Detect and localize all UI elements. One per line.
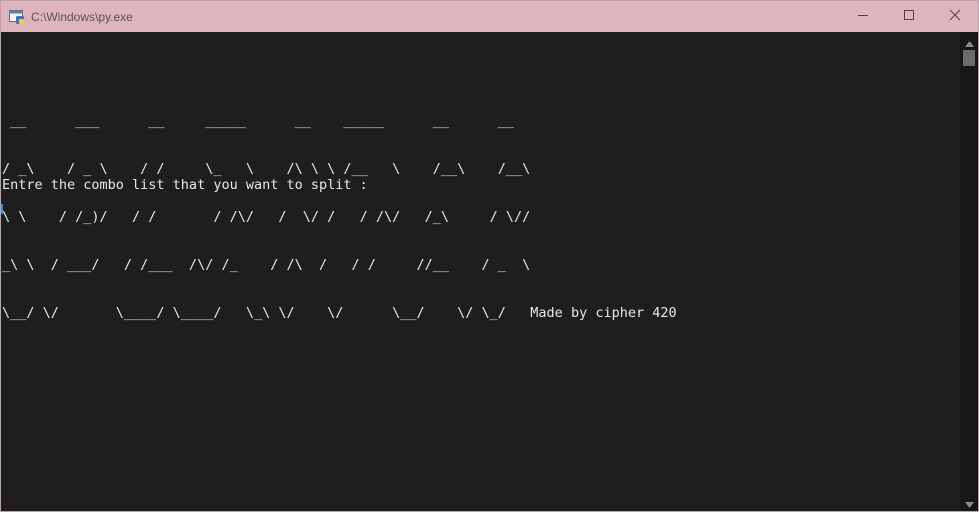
scroll-down-button[interactable]: [960, 497, 978, 511]
banner-line: __ ___ __ _____ __ _____ __ __: [2, 113, 515, 129]
banner-line: \__/ \/ \____/ \____/ \_\ \/ \/ \__/ \/ …: [2, 305, 677, 321]
maximize-icon: [903, 8, 915, 26]
window-title: C:\Windows\py.exe: [31, 9, 133, 24]
window-controls: [840, 1, 978, 32]
banner-line: _\ \ / ___/ / /___ /\/ /_ / /\ / / / //_…: [2, 257, 531, 273]
title-bar[interactable]: C:\Windows\py.exe: [1, 1, 978, 32]
python-console-icon: [9, 9, 25, 25]
ascii-banner: __ ___ __ _____ __ _____ __ __ / _\ / _ …: [2, 81, 677, 353]
scroll-up-button[interactable]: [960, 36, 978, 50]
minimize-button[interactable]: [840, 1, 886, 32]
console-output[interactable]: __ ___ __ _____ __ _____ __ __ / _\ / _ …: [1, 32, 960, 511]
minimize-icon: [857, 8, 869, 26]
text-cursor: [1, 204, 3, 214]
banner-line: \ \ / /_)/ / / / /\/ / \/ / / /\/ /_\ / …: [2, 209, 531, 225]
scroll-thumb[interactable]: [963, 50, 975, 66]
vertical-scrollbar[interactable]: [960, 32, 978, 511]
maximize-button[interactable]: [886, 1, 932, 32]
input-prompt: Entre the combo list that you want to sp…: [2, 177, 368, 193]
chevron-down-icon: [964, 495, 974, 511]
close-button[interactable]: [932, 1, 978, 32]
console-window: C:\Windows\py.exe __ ___ __ _____ __ ___…: [0, 0, 979, 512]
banner-line: / _\ / _ \ / / \_ \ /\ \ \ /__ \ /__\ /_…: [2, 161, 531, 177]
close-icon: [949, 8, 961, 26]
